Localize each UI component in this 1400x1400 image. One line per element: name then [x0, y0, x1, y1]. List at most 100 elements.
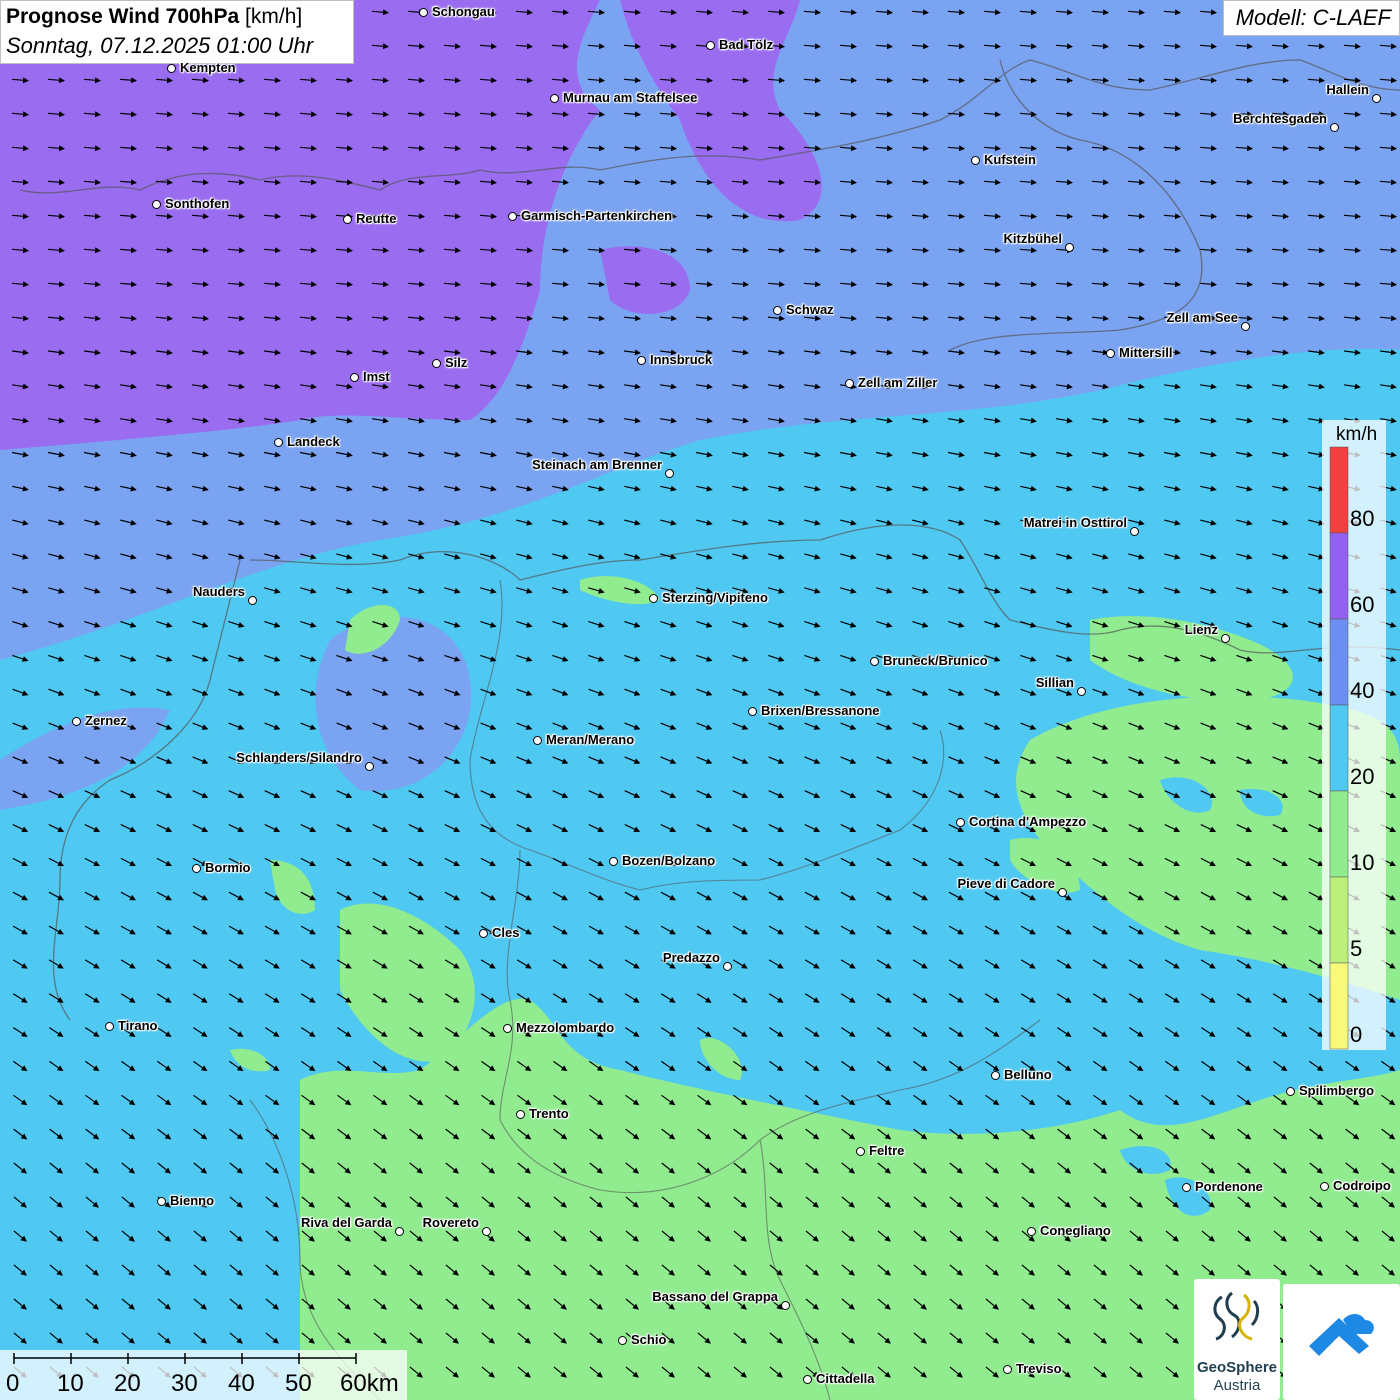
scale-label: 50 — [285, 1370, 312, 1397]
city-label: Mezzolombardo — [516, 1020, 615, 1035]
legend-label-0: 0 — [1350, 1022, 1363, 1047]
city-marker-icon — [1221, 634, 1230, 643]
city-label: Predazzo — [662, 950, 720, 965]
city-marker-icon — [167, 64, 176, 73]
city-label: Bozen/Bolzano — [622, 853, 716, 868]
app-logo[interactable] — [1283, 1284, 1400, 1400]
legend-label-20: 20 — [1350, 764, 1375, 789]
city-label: Nauders — [192, 584, 245, 599]
city-marker-icon — [365, 762, 374, 771]
map-datetime: Sonntag, 07.12.2025 01:00 Uhr — [6, 33, 314, 58]
city-label: Rovereto — [422, 1215, 479, 1230]
legend-label-5: 5 — [1350, 936, 1363, 961]
city-marker-icon — [773, 306, 782, 315]
city-label: Steinach am Brenner — [531, 457, 662, 472]
city-label: Belluno — [1004, 1067, 1052, 1082]
city-label: Sillian — [1035, 675, 1074, 690]
city-label: Landeck — [287, 434, 340, 449]
city-label: Trento — [529, 1106, 569, 1121]
city-marker-icon — [1130, 527, 1139, 536]
city-label: Kempten — [180, 60, 236, 75]
city-label: Cittadella — [816, 1371, 875, 1386]
city-label: Zell am Ziller — [858, 375, 938, 390]
scale-label: 20 — [114, 1370, 141, 1397]
scale-label: 0 — [6, 1370, 20, 1397]
city-marker-icon — [870, 657, 879, 666]
city-label: Lienz — [1184, 622, 1218, 637]
city-label: Murnau am Staffelsee — [563, 90, 698, 105]
city-label: Reutte — [356, 211, 397, 226]
city-label: Imst — [363, 369, 390, 384]
city-label: Garmisch-Partenkirchen — [521, 208, 673, 223]
city-label: Brixen/Bressanone — [761, 703, 880, 718]
city-marker-icon — [1182, 1183, 1191, 1192]
geosphere-emblem-icon — [1213, 1291, 1260, 1341]
city-marker-icon — [503, 1024, 512, 1033]
city-marker-icon — [550, 94, 559, 103]
city-label: Pordenone — [1195, 1179, 1263, 1194]
city-marker-icon — [856, 1147, 865, 1156]
geosphere-subtitle: Austria — [1213, 1377, 1261, 1394]
city-label: Cles — [492, 925, 520, 940]
app-logo-icon — [1309, 1314, 1374, 1356]
city-marker-icon — [991, 1071, 1000, 1080]
city-label: Bormio — [205, 860, 251, 875]
city-marker-icon — [1241, 322, 1250, 331]
city-marker-icon — [105, 1022, 114, 1031]
city-marker-icon — [72, 717, 81, 726]
geosphere-logo[interactable]: GeoSphere Austria — [1194, 1279, 1280, 1400]
city-marker-icon — [395, 1227, 404, 1236]
city-marker-icon — [1372, 94, 1381, 103]
city-label: Zell am See — [1166, 310, 1238, 325]
city-marker-icon — [1330, 123, 1339, 132]
city-label: Berchtesgaden — [1233, 111, 1327, 126]
city-label: Riva del Garda — [300, 1215, 392, 1230]
legend-label-40: 40 — [1350, 678, 1375, 703]
city-marker-icon — [781, 1301, 790, 1310]
city-label: Schlanders/Silandro — [236, 750, 362, 765]
city-label: Zernez — [85, 713, 127, 728]
city-marker-icon — [343, 215, 352, 224]
city-marker-icon — [1320, 1182, 1329, 1191]
color-legend: km/h 80 60 40 20 10 5 0 — [1322, 420, 1386, 1050]
city-label: Feltre — [869, 1143, 905, 1158]
city-marker-icon — [1065, 243, 1074, 252]
city-marker-icon — [350, 373, 359, 382]
city-label: Treviso — [1016, 1361, 1062, 1376]
legend-label-60: 60 — [1350, 592, 1375, 617]
city-marker-icon — [248, 596, 257, 605]
city-label: Cortina d'Ampezzo — [969, 814, 1087, 829]
city-label: Mittersill — [1119, 345, 1173, 360]
city-marker-icon — [803, 1375, 812, 1384]
city-marker-icon — [956, 818, 965, 827]
city-marker-icon — [748, 707, 757, 716]
city-label: Pieve di Cadore — [957, 876, 1055, 891]
city-label: Meran/Merano — [546, 732, 635, 747]
geosphere-name: GeoSphere — [1196, 1359, 1278, 1376]
city-label: Tirano — [118, 1018, 158, 1033]
city-label: Schwaz — [786, 302, 834, 317]
city-marker-icon — [482, 1227, 491, 1236]
city-label: Kitzbühel — [1003, 231, 1063, 246]
city-marker-icon — [723, 962, 732, 971]
scale-label: 30 — [171, 1370, 198, 1397]
city-label: Hallein — [1326, 82, 1369, 97]
city-label: Bruneck/Brunico — [883, 653, 988, 668]
city-marker-icon — [637, 356, 646, 365]
map-title: Prognose Wind 700hPa [km/h] — [6, 5, 303, 28]
city-label: Schio — [631, 1332, 667, 1347]
city-marker-icon — [971, 156, 980, 165]
city-marker-icon — [1106, 349, 1115, 358]
city-label: Bad Tölz — [719, 37, 774, 52]
city-marker-icon — [432, 359, 441, 368]
city-label: Silz — [445, 355, 468, 370]
city-marker-icon — [479, 929, 488, 938]
scale-label: 40 — [228, 1370, 255, 1397]
model-box: Modell: C-LAEF — [1223, 0, 1400, 36]
city-marker-icon — [609, 857, 618, 866]
city-marker-icon — [1003, 1365, 1012, 1374]
city-marker-icon — [618, 1336, 627, 1345]
city-marker-icon — [157, 1197, 166, 1206]
city-marker-icon — [1058, 888, 1067, 897]
city-label: Sterzing/Vipiteno — [662, 590, 768, 605]
